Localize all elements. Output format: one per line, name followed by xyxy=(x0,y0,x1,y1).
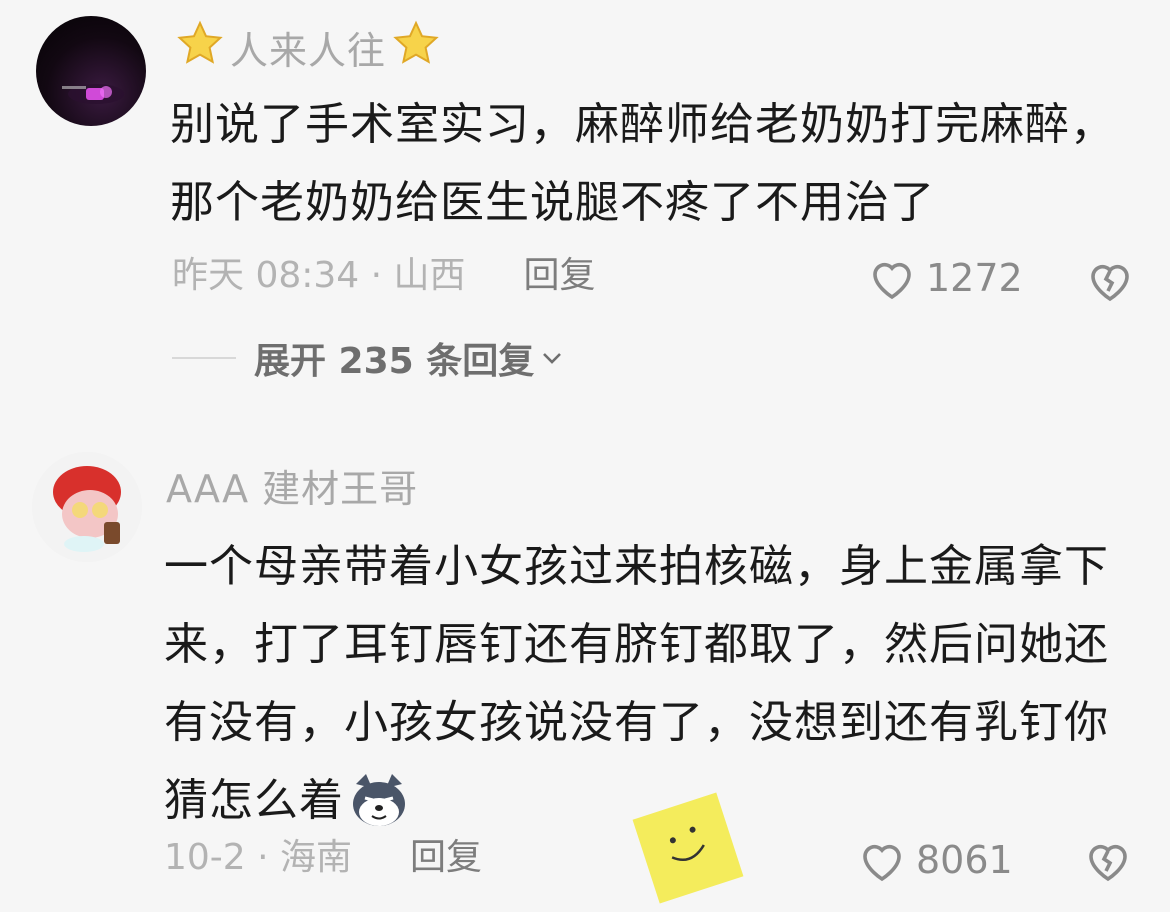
dislike-button[interactable] xyxy=(1086,258,1134,306)
broken-heart-icon xyxy=(1091,264,1129,302)
star-icon xyxy=(176,20,224,75)
username[interactable]: AAA 建材王哥 xyxy=(166,458,418,513)
divider xyxy=(172,357,236,359)
reply-button[interactable]: 回复 xyxy=(410,828,482,880)
comment-line: 一个母亲带着小女孩过来拍核磁，身上金属拿下 xyxy=(164,541,1109,592)
like-button[interactable]: 1272 xyxy=(868,256,1023,300)
heart-icon xyxy=(863,844,901,882)
comment-line: 别说了手术室实习，麻醉师给老奶奶打完麻醉， xyxy=(170,99,1115,150)
timestamp-location: 10-2 · 海南 xyxy=(164,837,353,878)
avatar[interactable] xyxy=(32,452,142,562)
like-button[interactable]: 8061 xyxy=(858,838,1013,882)
comment-line: 有没有，小孩女孩说没有了，没想到还有乳钉你 xyxy=(164,697,1109,748)
username[interactable]: 人来人往 xyxy=(176,20,440,75)
reply-button[interactable]: 回复 xyxy=(524,246,596,298)
comment-item: AAA 建材王哥 一个母亲带着小女孩过来拍核磁，身上金属拿下 来，打了耳钉唇钉还… xyxy=(0,440,1170,882)
broken-heart-icon xyxy=(1089,844,1127,882)
husky-smirk-icon xyxy=(353,774,405,826)
username-text: AAA 建材王哥 xyxy=(166,467,419,511)
comment-meta: 昨天 08:34 · 山西 回复 xyxy=(172,246,596,298)
comment-item: 人来人往 别说了手术室实习，麻醉师给老奶奶打完麻醉， 那个老奶奶给医生说腿不疼了… xyxy=(0,0,1170,420)
dislike-button[interactable] xyxy=(1084,838,1132,886)
comment-meta: 10-2 · 海南 回复 xyxy=(164,828,482,880)
like-count: 8061 xyxy=(916,838,1013,882)
like-count: 1272 xyxy=(926,256,1023,300)
username-text: 人来人往 xyxy=(230,29,387,73)
star-icon xyxy=(392,20,440,75)
heart-icon xyxy=(873,262,911,300)
comment-text: 一个母亲带着小女孩过来拍核磁，身上金属拿下 来，打了耳钉唇钉还有脐钉都取了，然后… xyxy=(164,528,1124,840)
timestamp-location: 昨天 08:34 · 山西 xyxy=(172,255,466,296)
chevron-down-icon xyxy=(543,353,562,364)
comment-line: 那个老奶奶给医生说腿不疼了不用治了 xyxy=(170,177,935,228)
comment-line: 来，打了耳钉唇钉还有脐钉都取了，然后问她还 xyxy=(164,619,1109,670)
expand-replies-button[interactable]: 展开 235 条回复 xyxy=(172,332,564,384)
comment-text: 别说了手术室实习，麻醉师给老奶奶打完麻醉， 那个老奶奶给医生说腿不疼了不用治了 xyxy=(170,86,1130,242)
expand-replies-label: 展开 235 条回复 xyxy=(254,341,535,382)
avatar[interactable] xyxy=(36,16,146,126)
